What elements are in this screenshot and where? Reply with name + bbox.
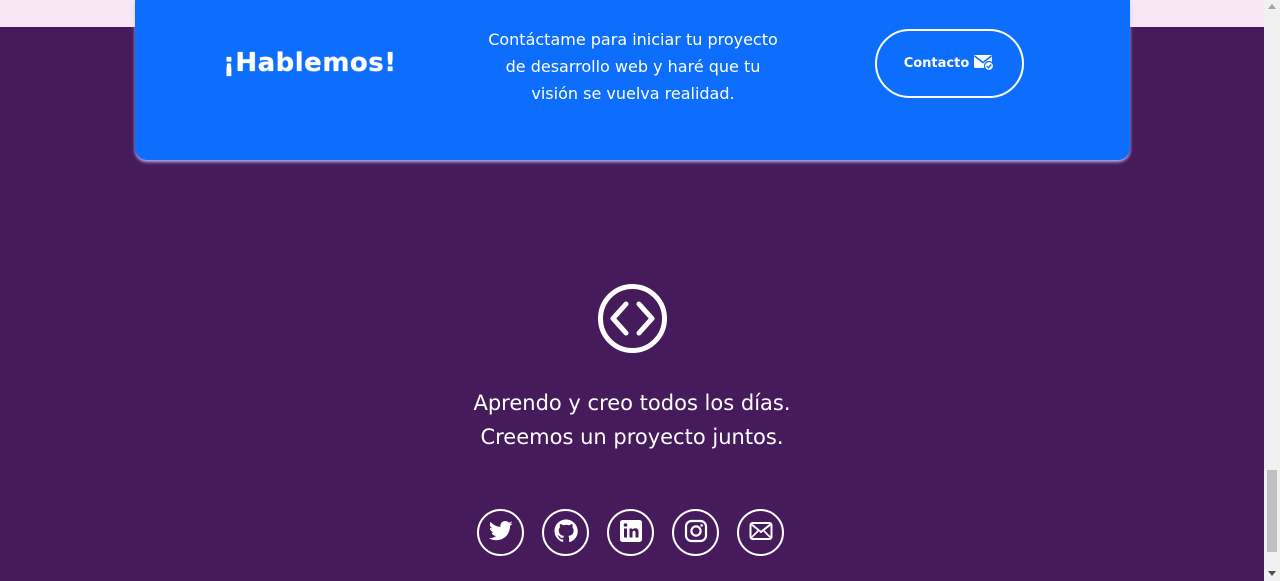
contact-button-label: Contacto [903, 56, 970, 71]
contact-button[interactable]: Contacto [875, 29, 1024, 98]
cta-description: Contáctame para iniciar tu proyecto de d… [483, 26, 783, 107]
cta-description-line: visión se vuelva realidad. [531, 84, 735, 103]
social-links [477, 509, 784, 556]
contact-cta-card: ¡Hablemos! Contáctame para iniciar tu pr… [135, 0, 1130, 160]
scrollbar-thumb[interactable] [1267, 470, 1277, 552]
footer-tagline-line: Aprendo y creo todos los días. [473, 391, 791, 415]
email-link[interactable] [737, 509, 784, 556]
scroll-up-arrow-icon[interactable] [1268, 4, 1276, 9]
code-brackets-icon [597, 283, 668, 354]
github-icon [554, 519, 578, 547]
envelope-check-icon [973, 53, 995, 75]
cta-description-line: de desarrollo web y haré que tu [505, 57, 761, 76]
footer-tagline: Aprendo y creo todos los días. Creemos u… [432, 386, 832, 454]
github-link[interactable] [542, 509, 589, 556]
scroll-down-arrow-icon[interactable] [1268, 571, 1276, 576]
cta-title: ¡Hablemos! [223, 48, 397, 78]
footer-tagline-line: Creemos un proyecto juntos. [480, 425, 784, 449]
mail-icon [749, 521, 773, 545]
page-scrollbar[interactable] [1264, 0, 1280, 581]
instagram-icon [684, 519, 708, 547]
instagram-link[interactable] [672, 509, 719, 556]
twitter-link[interactable] [477, 509, 524, 556]
linkedin-icon [619, 519, 643, 547]
twitter-icon [488, 520, 513, 546]
cta-description-line: Contáctame para iniciar tu proyecto [488, 30, 778, 49]
linkedin-link[interactable] [607, 509, 654, 556]
